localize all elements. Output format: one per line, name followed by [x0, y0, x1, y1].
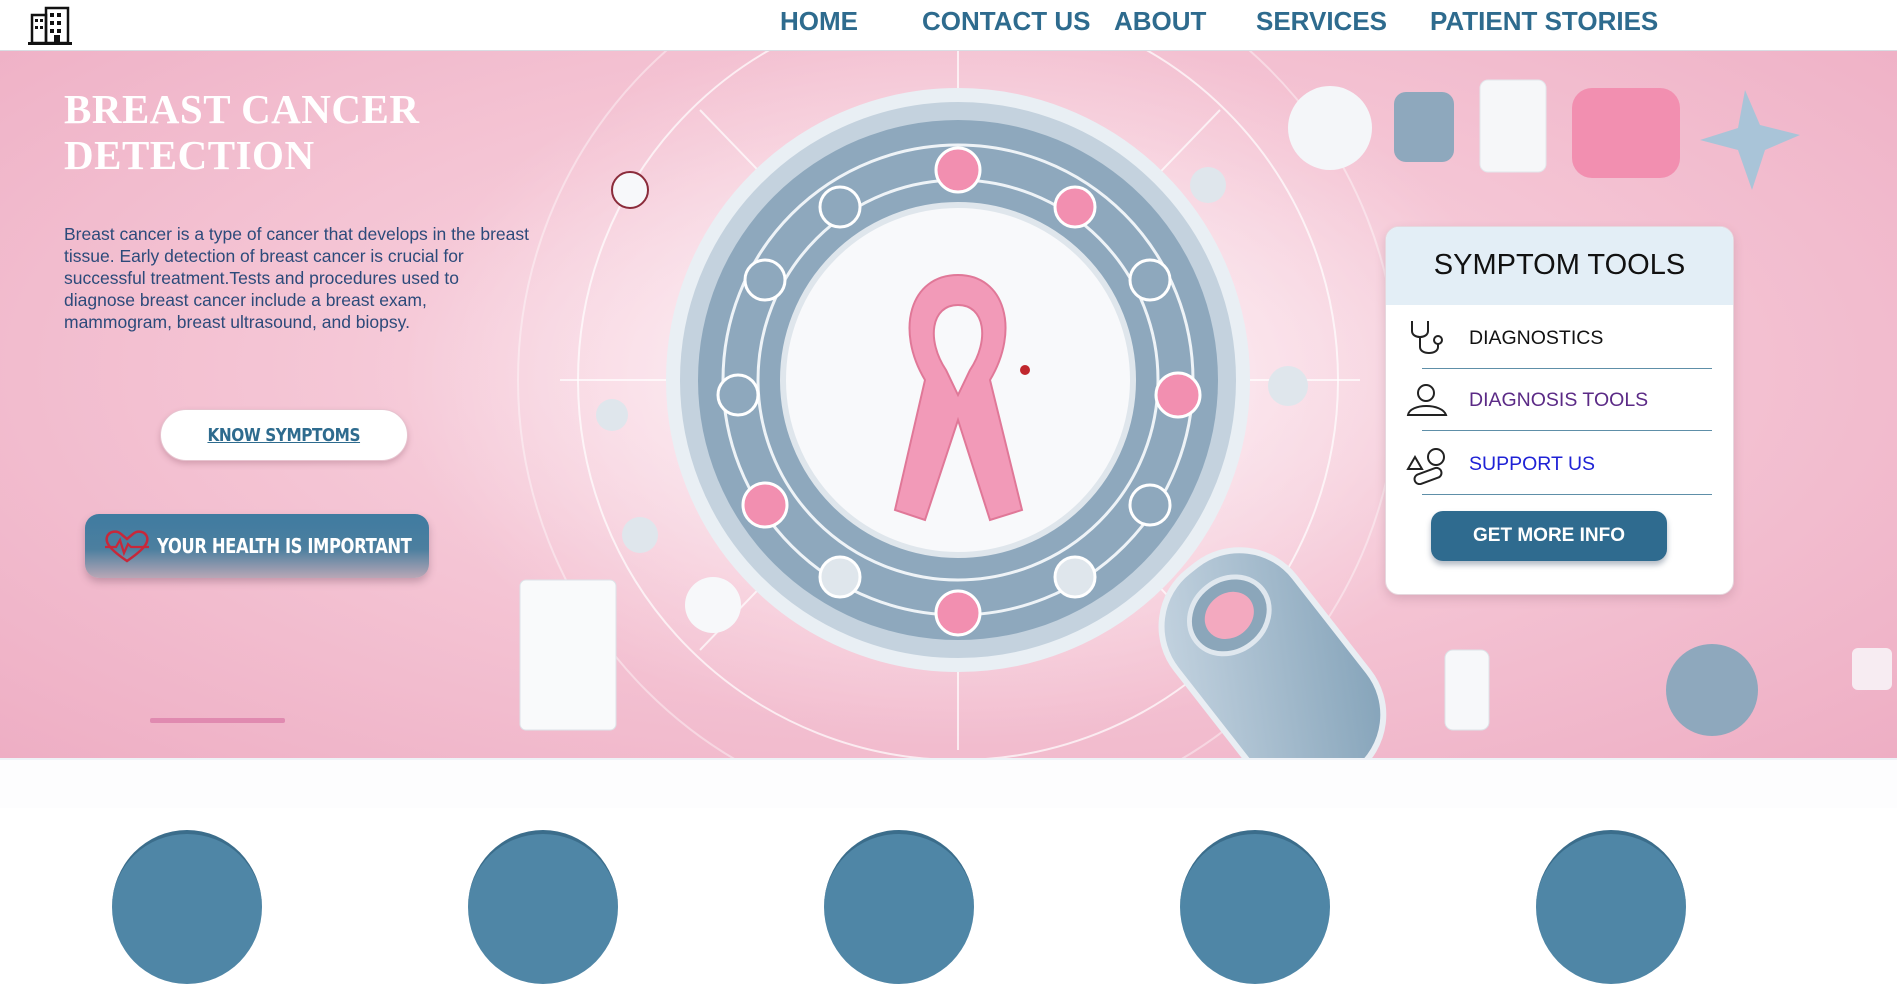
tool-label-support-us: SUPPORT US: [1469, 453, 1596, 475]
section-divider: [0, 760, 1897, 808]
heartbeat-icon: [105, 530, 149, 563]
tool-label-diagnostics: DIAGNOSTICS: [1469, 327, 1604, 349]
your-health-button[interactable]: YOUR HEALTH IS IMPORTANT: [85, 514, 429, 578]
divider: [1422, 430, 1712, 431]
tool-label-diagnosis-tools: DIAGNOSIS TOOLS: [1469, 389, 1649, 411]
feature-circle: [1180, 830, 1330, 984]
tool-item-diagnostics[interactable]: DIAGNOSTICS: [1404, 307, 1714, 369]
feature-circle: [468, 830, 618, 984]
card-header: SYMPTOM TOOLS: [1386, 227, 1733, 305]
nav-link-patient-stories[interactable]: PATIENT STORIES: [1430, 6, 1658, 37]
hero-title: BREAST CANCER DETECTION: [64, 86, 420, 178]
top-nav: HOME CONTACT US ABOUT SERVICES PATIENT S…: [0, 0, 1897, 51]
hero-description: Breast cancer is a type of cancer that d…: [64, 224, 529, 332]
feature-circle: [1536, 830, 1686, 984]
tool-item-support-us[interactable]: SUPPORT US: [1404, 433, 1714, 495]
symptom-tools-card: SYMPTOM TOOLS DIAGNOSTICS DIAGNOSIS TOOL…: [1385, 226, 1734, 595]
get-more-info-label: GET MORE INFO: [1473, 525, 1625, 546]
get-more-info-button[interactable]: GET MORE INFO: [1431, 511, 1667, 561]
side-widget-toggle[interactable]: [1852, 648, 1892, 690]
feature-circle: [824, 830, 974, 984]
know-symptoms-label: KNOW SYMPTOMS: [207, 424, 361, 446]
know-symptoms-button[interactable]: KNOW SYMPTOMS: [160, 409, 408, 461]
hospital-building-icon[interactable]: [28, 5, 72, 45]
divider: [1422, 494, 1712, 495]
nav-link-home[interactable]: HOME: [780, 6, 858, 37]
person-icon: [1406, 384, 1448, 416]
nav-link-contact-us[interactable]: CONTACT US: [922, 6, 1091, 37]
your-health-label: YOUR HEALTH IS IMPORTANT: [157, 534, 412, 558]
feature-circle: [112, 830, 262, 984]
nav-link-about[interactable]: ABOUT: [1114, 6, 1206, 37]
pills-icon: [1406, 448, 1445, 485]
card-title: SYMPTOM TOOLS: [1433, 249, 1686, 281]
tool-item-diagnosis-tools[interactable]: DIAGNOSIS TOOLS: [1404, 369, 1714, 431]
stethoscope-icon: [1411, 321, 1443, 354]
nav-link-services[interactable]: SERVICES: [1256, 6, 1387, 37]
